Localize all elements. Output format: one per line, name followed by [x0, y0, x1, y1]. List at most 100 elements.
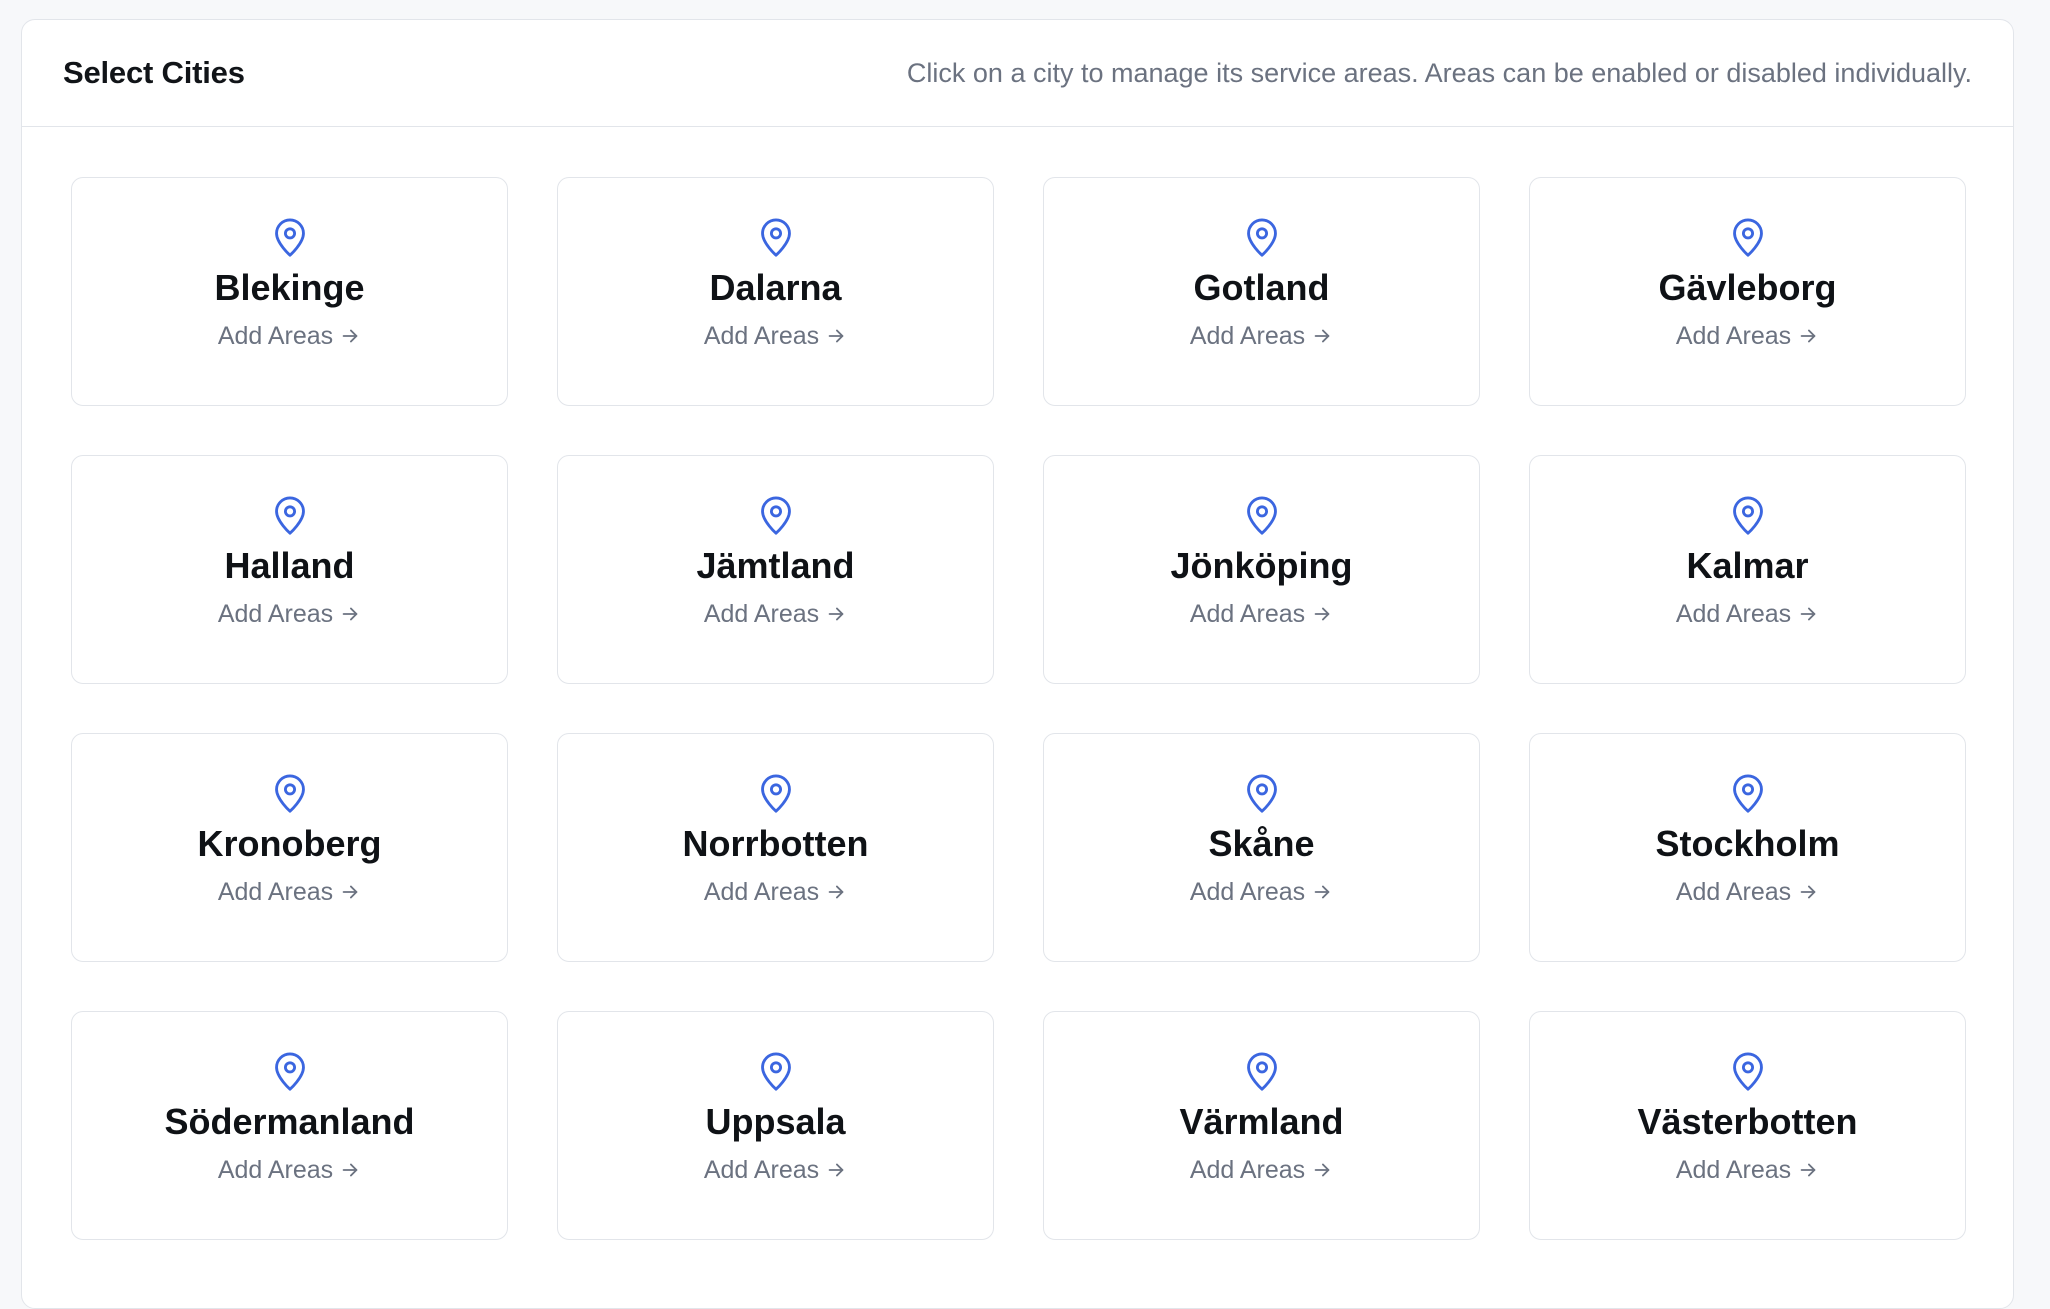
city-name: Stockholm [1655, 823, 1840, 864]
add-areas-label: Add Areas [1675, 878, 1792, 906]
arrow-right-icon [825, 325, 847, 347]
map-pin-icon [757, 494, 795, 536]
map-pin-icon [271, 216, 309, 258]
arrow-right-icon [1797, 1159, 1819, 1181]
arrow-right-icon [1311, 603, 1333, 625]
arrow-right-icon [339, 881, 361, 903]
map-pin-icon [1243, 1050, 1281, 1092]
city-name: Dalarna [709, 267, 842, 308]
add-areas-link[interactable]: Add Areas [218, 599, 361, 629]
add-areas-link[interactable]: Add Areas [1676, 877, 1819, 907]
arrow-right-icon [1311, 1159, 1333, 1181]
map-pin-icon [1729, 216, 1767, 258]
city-card-kronoberg[interactable]: Kronoberg Add Areas [71, 733, 508, 962]
add-areas-label: Add Areas [703, 600, 820, 628]
arrow-right-icon [1311, 325, 1333, 347]
add-areas-label: Add Areas [703, 1156, 820, 1184]
city-card-värmland[interactable]: Värmland Add Areas [1043, 1011, 1480, 1240]
city-name: Jämtland [696, 545, 855, 586]
city-card-gotland[interactable]: Gotland Add Areas [1043, 177, 1480, 406]
add-areas-link[interactable]: Add Areas [1676, 1155, 1819, 1185]
add-areas-link[interactable]: Add Areas [1190, 1155, 1333, 1185]
add-areas-link[interactable]: Add Areas [1676, 321, 1819, 351]
add-areas-label: Add Areas [217, 1156, 334, 1184]
panel-header: Select Cities Click on a city to manage … [22, 20, 2013, 127]
city-card-jämtland[interactable]: Jämtland Add Areas [557, 455, 994, 684]
add-areas-label: Add Areas [1675, 322, 1792, 350]
add-areas-label: Add Areas [1189, 600, 1306, 628]
map-pin-icon [757, 1050, 795, 1092]
city-card-halland[interactable]: Halland Add Areas [71, 455, 508, 684]
map-pin-icon [271, 772, 309, 814]
add-areas-link[interactable]: Add Areas [1190, 599, 1333, 629]
city-card-skåne[interactable]: Skåne Add Areas [1043, 733, 1480, 962]
add-areas-link[interactable]: Add Areas [1190, 321, 1333, 351]
city-card-dalarna[interactable]: Dalarna Add Areas [557, 177, 994, 406]
add-areas-link[interactable]: Add Areas [218, 877, 361, 907]
city-card-södermanland[interactable]: Södermanland Add Areas [71, 1011, 508, 1240]
add-areas-label: Add Areas [703, 878, 820, 906]
add-areas-label: Add Areas [217, 322, 334, 350]
city-card-stockholm[interactable]: Stockholm Add Areas [1529, 733, 1966, 962]
arrow-right-icon [1797, 325, 1819, 347]
add-areas-link[interactable]: Add Areas [704, 599, 847, 629]
city-card-blekinge[interactable]: Blekinge Add Areas [71, 177, 508, 406]
arrow-right-icon [825, 881, 847, 903]
add-areas-label: Add Areas [1189, 322, 1306, 350]
arrow-right-icon [825, 1159, 847, 1181]
add-areas-label: Add Areas [217, 878, 334, 906]
city-card-norrbotten[interactable]: Norrbotten Add Areas [557, 733, 994, 962]
arrow-right-icon [1797, 603, 1819, 625]
map-pin-icon [1243, 772, 1281, 814]
city-grid: Blekinge Add Areas Dalarna Add Areas Got… [71, 177, 1966, 1240]
arrow-right-icon [825, 603, 847, 625]
city-name: Blekinge [214, 267, 365, 308]
city-card-västerbotten[interactable]: Västerbotten Add Areas [1529, 1011, 1966, 1240]
map-pin-icon [1243, 216, 1281, 258]
add-areas-link[interactable]: Add Areas [1190, 877, 1333, 907]
add-areas-link[interactable]: Add Areas [704, 877, 847, 907]
arrow-right-icon [339, 1159, 361, 1181]
map-pin-icon [1729, 772, 1767, 814]
city-name: Jönköping [1170, 545, 1353, 586]
city-name: Gävleborg [1658, 267, 1837, 308]
map-pin-icon [1729, 1050, 1767, 1092]
map-pin-icon [1729, 494, 1767, 536]
city-name: Norrbotten [682, 823, 869, 864]
city-name: Gotland [1193, 267, 1330, 308]
panel-hint: Click on a city to manage its service ar… [906, 57, 1972, 88]
add-areas-link[interactable]: Add Areas [218, 1155, 361, 1185]
map-pin-icon [757, 216, 795, 258]
panel-title: Select Cities [63, 55, 245, 90]
city-name: Södermanland [164, 1101, 415, 1142]
add-areas-label: Add Areas [217, 600, 334, 628]
city-name: Värmland [1179, 1101, 1344, 1142]
city-name: Uppsala [705, 1101, 846, 1142]
arrow-right-icon [339, 603, 361, 625]
map-pin-icon [757, 772, 795, 814]
city-card-gävleborg[interactable]: Gävleborg Add Areas [1529, 177, 1966, 406]
add-areas-label: Add Areas [1189, 878, 1306, 906]
city-card-uppsala[interactable]: Uppsala Add Areas [557, 1011, 994, 1240]
add-areas-label: Add Areas [1675, 1156, 1792, 1184]
add-areas-link[interactable]: Add Areas [704, 321, 847, 351]
map-pin-icon [1243, 494, 1281, 536]
map-pin-icon [271, 1050, 309, 1092]
city-name: Kalmar [1686, 545, 1809, 586]
add-areas-label: Add Areas [703, 322, 820, 350]
arrow-right-icon [1311, 881, 1333, 903]
add-areas-label: Add Areas [1675, 600, 1792, 628]
arrow-right-icon [1797, 881, 1819, 903]
arrow-right-icon [339, 325, 361, 347]
add-areas-label: Add Areas [1189, 1156, 1306, 1184]
map-pin-icon [271, 494, 309, 536]
city-name: Kronoberg [197, 823, 382, 864]
city-card-kalmar[interactable]: Kalmar Add Areas [1529, 455, 1966, 684]
select-cities-panel: Select Cities Click on a city to manage … [21, 19, 2014, 1309]
city-name: Halland [224, 545, 355, 586]
add-areas-link[interactable]: Add Areas [218, 321, 361, 351]
add-areas-link[interactable]: Add Areas [704, 1155, 847, 1185]
city-card-jönköping[interactable]: Jönköping Add Areas [1043, 455, 1480, 684]
city-name: Skåne [1208, 823, 1315, 864]
add-areas-link[interactable]: Add Areas [1676, 599, 1819, 629]
